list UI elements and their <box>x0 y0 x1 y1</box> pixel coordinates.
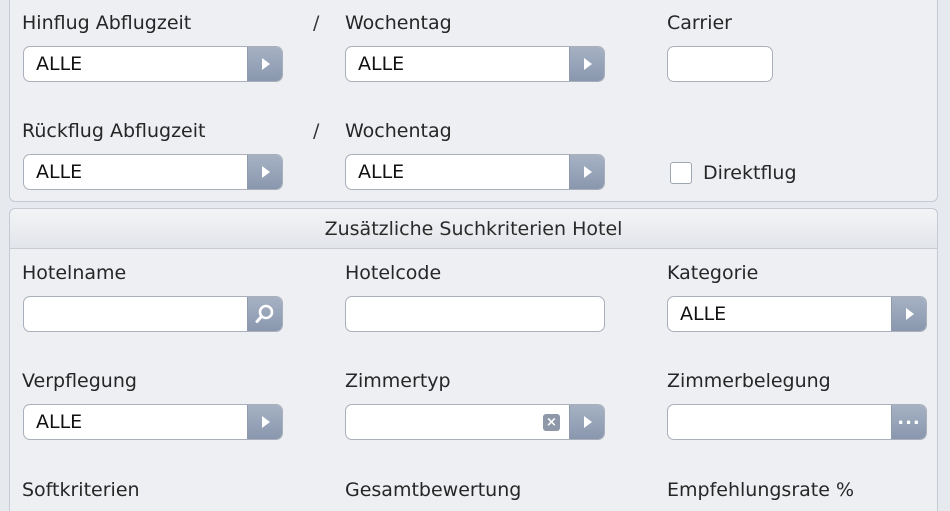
hotelname-label: Hotelname <box>22 262 127 284</box>
hotelcode-input[interactable] <box>345 296 605 332</box>
return-time-select[interactable]: ALLE <box>23 154 283 190</box>
chevron-right-icon <box>262 58 270 70</box>
outbound-weekday-value: ALLE <box>358 53 405 75</box>
outbound-time-select[interactable]: ALLE <box>23 46 283 82</box>
chevron-right-icon <box>262 166 270 178</box>
direct-flight-checkbox[interactable] <box>670 162 692 184</box>
board-label: Verpflegung <box>22 370 137 392</box>
return-time-value: ALLE <box>36 161 83 183</box>
occupancy-select[interactable]: ... <box>667 404 927 440</box>
chevron-right-icon <box>584 166 592 178</box>
outbound-time-value: ALLE <box>36 53 83 75</box>
direct-flight-label: Direktflug <box>703 162 797 184</box>
chevron-right-icon <box>906 308 914 320</box>
return-weekday-label: Wochentag <box>345 120 452 142</box>
roomtype-dropdown-button[interactable] <box>569 405 604 439</box>
category-dropdown-button[interactable] <box>891 297 926 331</box>
occupancy-label: Zimmerbelegung <box>667 370 831 392</box>
carrier-label: Carrier <box>667 12 732 34</box>
ellipsis-icon: ... <box>897 408 921 429</box>
chevron-right-icon <box>584 416 592 428</box>
return-time-label: Rückflug Abflugzeit <box>22 120 206 142</box>
hotelcode-label: Hotelcode <box>345 262 442 284</box>
outbound-weekday-select[interactable]: ALLE <box>345 46 605 82</box>
outbound-time-dropdown-button[interactable] <box>247 47 282 81</box>
carrier-input[interactable] <box>667 46 773 82</box>
category-value: ALLE <box>680 303 727 325</box>
category-select[interactable]: ALLE <box>667 296 927 332</box>
occupancy-more-button[interactable]: ... <box>891 405 926 439</box>
return-weekday-dropdown-button[interactable] <box>569 155 604 189</box>
roomtype-select[interactable]: × <box>345 404 605 440</box>
soft-criteria-label: Softkriterien <box>22 479 140 501</box>
outbound-weekday-dropdown-button[interactable] <box>569 47 604 81</box>
separator: / <box>313 120 320 142</box>
recommendation-rate-label: Empfehlungsrate % <box>667 479 855 501</box>
outbound-weekday-label: Wochentag <box>345 12 452 34</box>
hotelname-input[interactable] <box>23 296 283 332</box>
overall-rating-label: Gesamtbewertung <box>345 479 522 501</box>
chevron-right-icon <box>262 416 270 428</box>
search-icon <box>255 304 274 323</box>
hotelname-search-button[interactable] <box>247 297 282 331</box>
category-label: Kategorie <box>667 262 759 284</box>
outbound-time-label: Hinflug Abflugzeit <box>22 12 192 34</box>
return-weekday-select[interactable]: ALLE <box>345 154 605 190</box>
board-dropdown-button[interactable] <box>247 405 282 439</box>
separator: / <box>313 12 320 34</box>
chevron-right-icon <box>584 58 592 70</box>
return-weekday-value: ALLE <box>358 161 405 183</box>
hotel-criteria-panel: Zusätzliche Suchkriterien Hotel <box>9 208 938 511</box>
board-value: ALLE <box>36 411 83 433</box>
roomtype-label: Zimmertyp <box>345 370 451 392</box>
hotel-section-header: Zusätzliche Suchkriterien Hotel <box>10 209 937 249</box>
return-time-dropdown-button[interactable] <box>247 155 282 189</box>
board-select[interactable]: ALLE <box>23 404 283 440</box>
clear-icon[interactable]: × <box>543 414 560 431</box>
